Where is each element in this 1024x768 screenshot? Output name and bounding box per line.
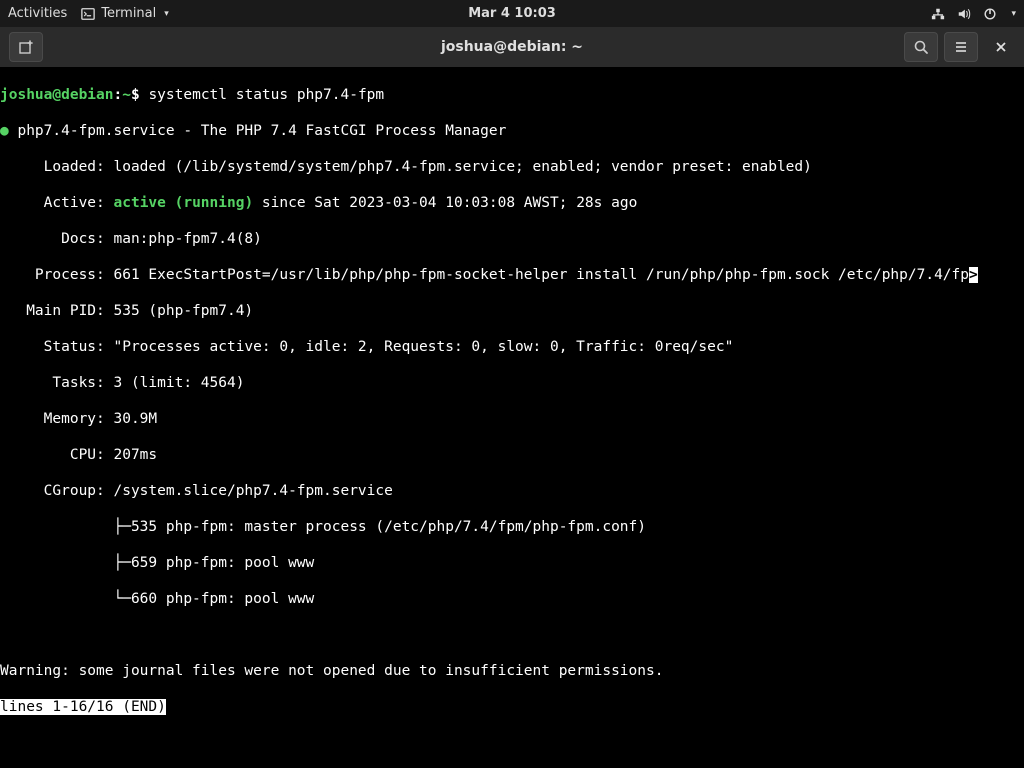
journal-warning: Warning: some journal files were not ope… <box>0 662 1024 680</box>
chevron-down-icon: ▾ <box>164 9 169 19</box>
status-loaded: Loaded: loaded (/lib/systemd/system/php7… <box>0 158 1024 176</box>
cgroup-proc-2: ├─659 php-fpm: pool www <box>0 554 1024 572</box>
status-bullet: ● <box>0 123 9 139</box>
status-mainpid: Main PID: 535 (php-fpm7.4) <box>0 302 1024 320</box>
power-icon[interactable] <box>983 7 997 21</box>
prompt-path: ~ <box>122 87 131 103</box>
service-header: ● php7.4-fpm.service - The PHP 7.4 FastC… <box>0 122 1024 140</box>
cgroup-proc-3: └─660 php-fpm: pool www <box>0 590 1024 608</box>
prompt-command: systemctl status php7.4-fpm <box>148 87 384 103</box>
hamburger-icon <box>953 39 969 55</box>
chevron-down-icon: ▾ <box>1011 9 1016 19</box>
network-icon[interactable] <box>931 7 945 21</box>
status-cgroup: CGroup: /system.slice/php7.4-fpm.service <box>0 482 1024 500</box>
search-icon <box>913 39 929 55</box>
new-tab-icon <box>18 39 34 55</box>
status-cpu: CPU: 207ms <box>0 446 1024 464</box>
status-process: Process: 661 ExecStartPost=/usr/lib/php/… <box>0 266 1024 284</box>
terminal-icon <box>81 7 95 21</box>
close-icon <box>993 39 1009 55</box>
app-menu-label: Terminal <box>101 6 156 21</box>
window-titlebar: joshua@debian: ~ <box>0 27 1024 67</box>
menu-button[interactable] <box>944 32 978 62</box>
prompt-sep: : <box>114 87 123 103</box>
terminal-viewport[interactable]: joshua@debian:~$ systemctl status php7.4… <box>0 67 1024 768</box>
gnome-topbar: Activities Terminal ▾ Mar 4 10:03 ▾ <box>0 0 1024 27</box>
status-docs: Docs: man:php-fpm7.4(8) <box>0 230 1024 248</box>
system-tray[interactable]: ▾ <box>931 7 1016 21</box>
new-tab-button[interactable] <box>9 32 43 62</box>
prompt-dollar: $ <box>131 87 148 103</box>
activities-button[interactable]: Activities <box>8 6 67 21</box>
status-active-value: active (running) <box>114 195 254 211</box>
pager-status: lines 1-16/16 (END) <box>0 699 166 715</box>
prompt-line: joshua@debian:~$ systemctl status php7.4… <box>0 86 1024 104</box>
blank-line <box>0 626 1024 644</box>
cgroup-proc-1: ├─535 php-fpm: master process (/etc/php/… <box>0 518 1024 536</box>
clock[interactable]: Mar 4 10:03 <box>468 6 556 21</box>
search-button[interactable] <box>904 32 938 62</box>
pager-line: lines 1-16/16 (END) <box>0 698 1024 716</box>
status-tasks: Tasks: 3 (limit: 4564) <box>0 374 1024 392</box>
window-title: joshua@debian: ~ <box>441 39 583 55</box>
app-menu[interactable]: Terminal ▾ <box>81 6 168 21</box>
line-overflow-marker: > <box>969 267 978 283</box>
volume-icon[interactable] <box>957 7 971 21</box>
status-statusline: Status: "Processes active: 0, idle: 2, R… <box>0 338 1024 356</box>
prompt-userhost: joshua@debian <box>0 87 114 103</box>
close-button[interactable] <box>984 32 1018 62</box>
status-memory: Memory: 30.9M <box>0 410 1024 428</box>
status-active: Active: active (running) since Sat 2023-… <box>0 194 1024 212</box>
